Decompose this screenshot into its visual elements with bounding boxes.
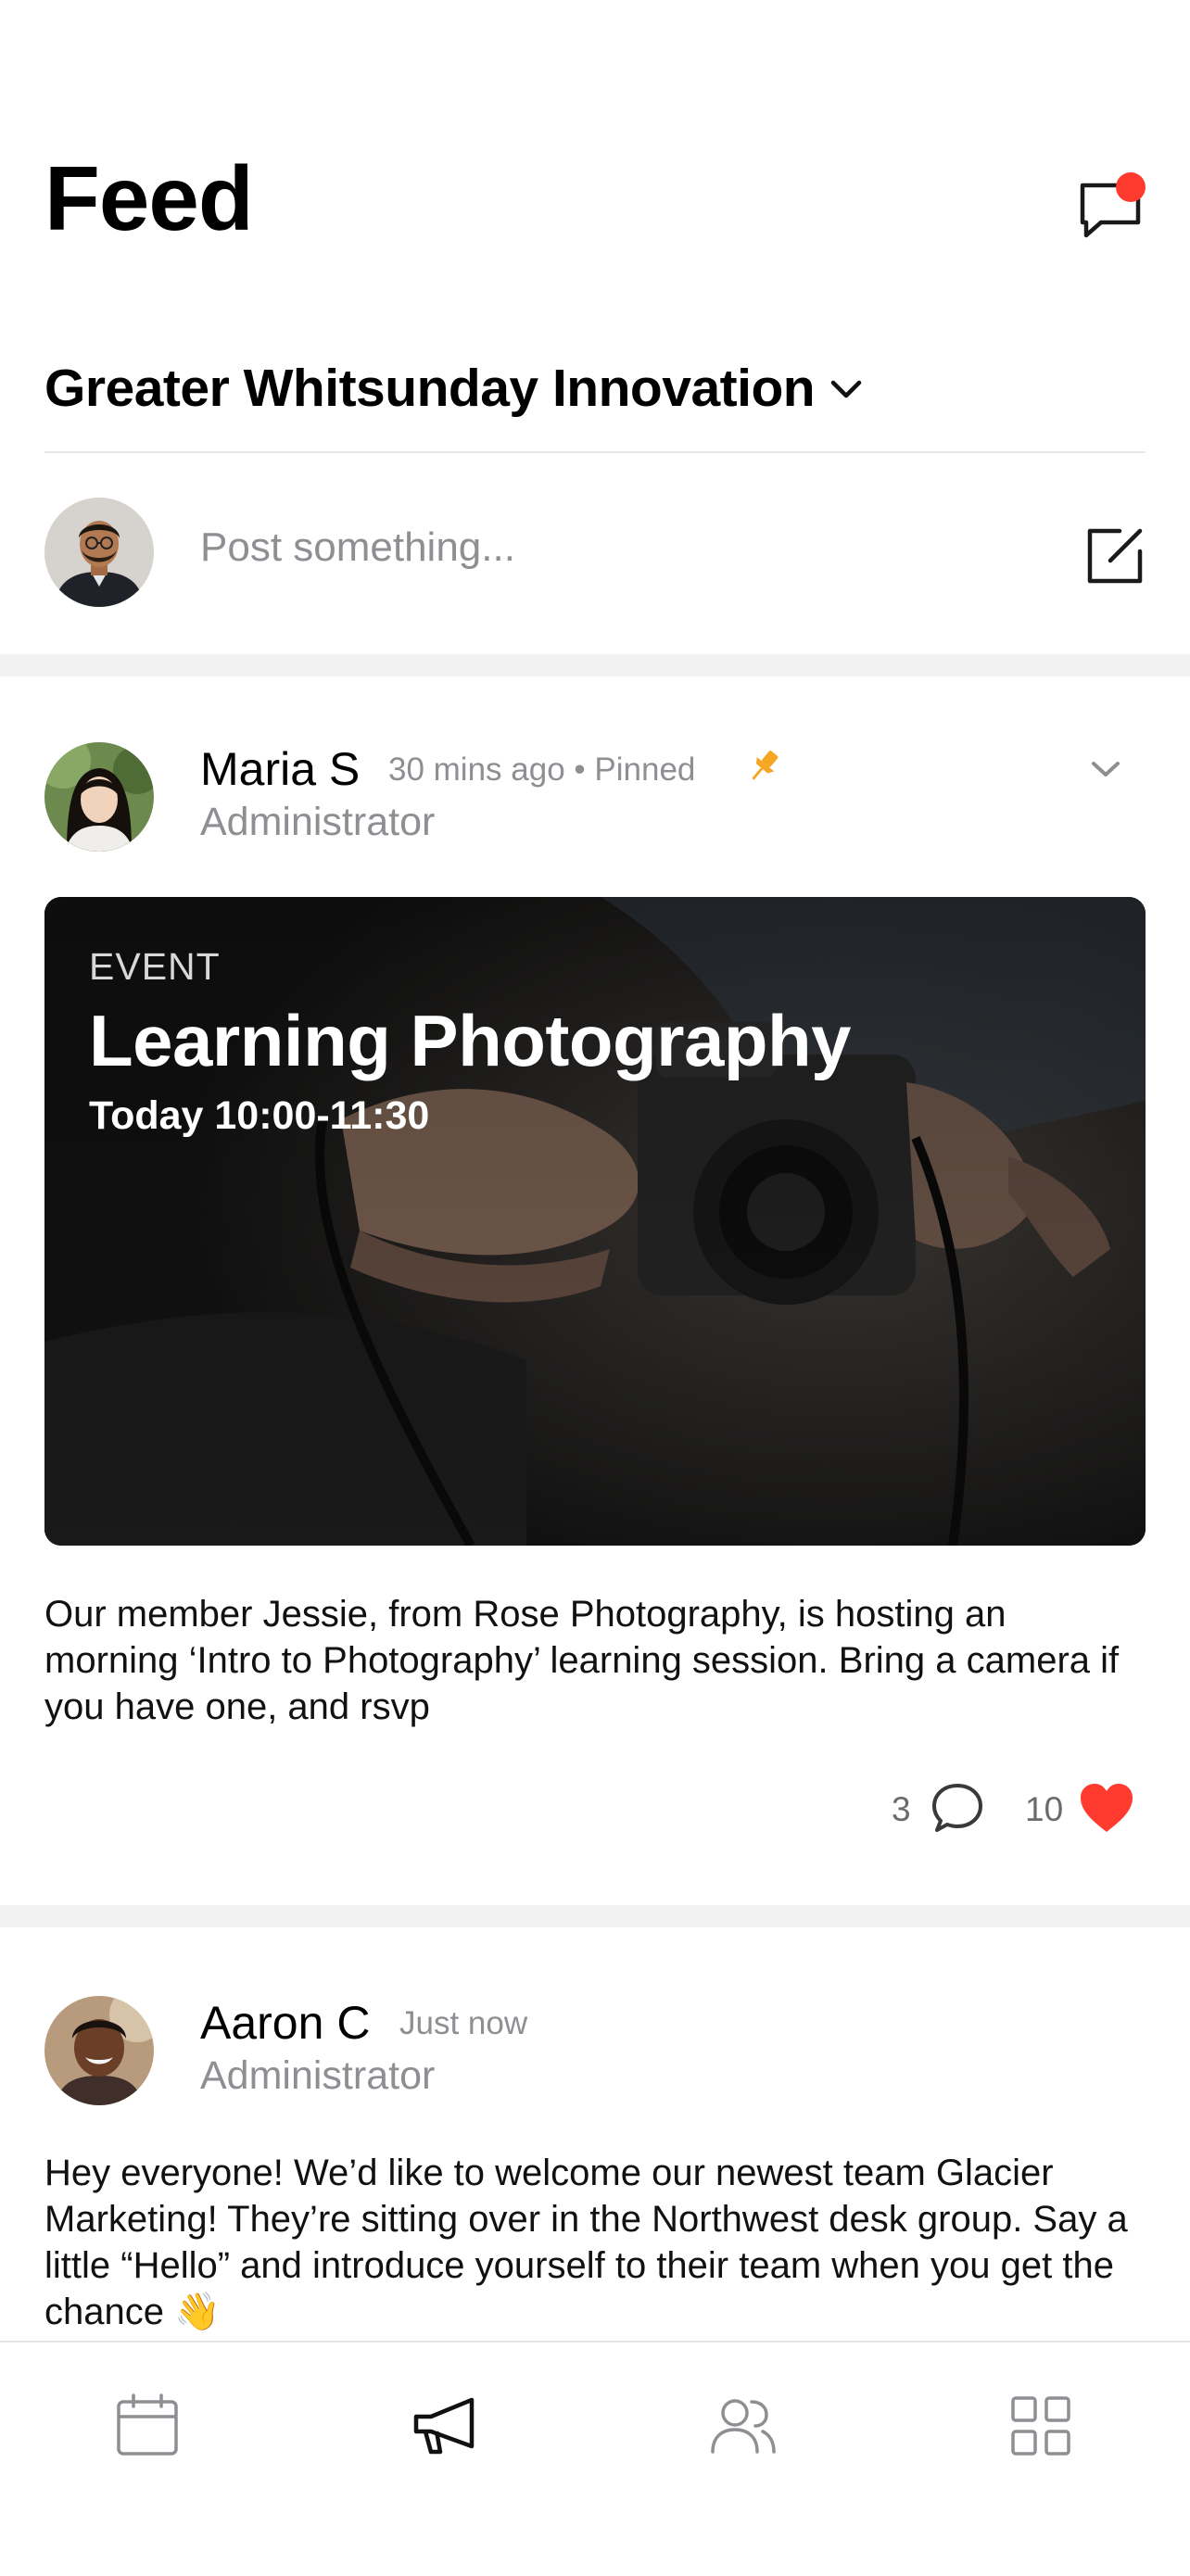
grid-icon [1011,2396,1070,2456]
section-separator [0,654,1190,676]
pinned-label: Pinned [594,751,696,788]
event-time: Today 10:00-11:30 [89,1093,430,1138]
section-separator [0,1905,1190,1927]
post-time: Just now [399,2005,528,2041]
comment-count: 3 [892,1790,911,1828]
event-label: EVENT [89,945,221,988]
post-options-chevron-icon[interactable] [1086,749,1125,788]
post-body: Our member Jessie, from Rose Photography… [44,1594,1120,1727]
post-author[interactable]: Aaron C [200,2000,370,2046]
author-avatar[interactable] [44,742,154,852]
author-role: Administrator [200,2053,436,2098]
post-meta: 30 mins ago • Pinned [388,753,695,786]
event-title: Learning Photography [89,1000,852,1081]
tab-feed[interactable] [399,2380,492,2472]
heart-icon[interactable] [1077,1780,1136,1836]
compose-button[interactable] [1082,524,1147,588]
current-user-avatar[interactable] [44,498,154,607]
org-name: Greater Whitsunday Innovation [44,359,816,418]
people-icon [711,2399,776,2454]
avatar-image [44,498,154,607]
comment-icon[interactable] [930,1780,985,1836]
page-title: Feed [44,147,254,249]
meta-separator: • [574,751,595,788]
author-role: Administrator [200,800,436,844]
avatar-image [44,742,154,852]
tab-more[interactable] [994,2380,1087,2472]
megaphone-icon [413,2397,475,2455]
tab-calendar[interactable] [101,2380,194,2472]
org-selector[interactable]: Greater Whitsunday Innovation [44,358,867,419]
calendar-icon [117,2393,178,2456]
author-avatar[interactable] [44,1996,154,2105]
like-count: 10 [1025,1790,1064,1828]
divider [44,451,1146,453]
chevron-down-icon [830,380,862,398]
avatar-image [44,1996,154,2105]
feed-screen: Feed Greater Whitsunday Innovation Post … [0,0,1190,2576]
compose-icon [1087,528,1143,584]
post-author[interactable]: Maria S [200,746,360,792]
pin-icon [752,751,779,780]
event-card[interactable]: EVENT Learning Photography Today 10:00-1… [44,897,1146,1546]
tab-people[interactable] [696,2380,789,2472]
post-body: Hey everyone! We’d like to welcome our n… [44,2153,1128,2332]
event-background-image [44,897,1146,1546]
post-input[interactable]: Post something... [200,524,515,571]
notification-dot [1116,172,1146,202]
post-time: 30 mins ago [388,751,565,788]
tab-bar [0,2341,1190,2576]
